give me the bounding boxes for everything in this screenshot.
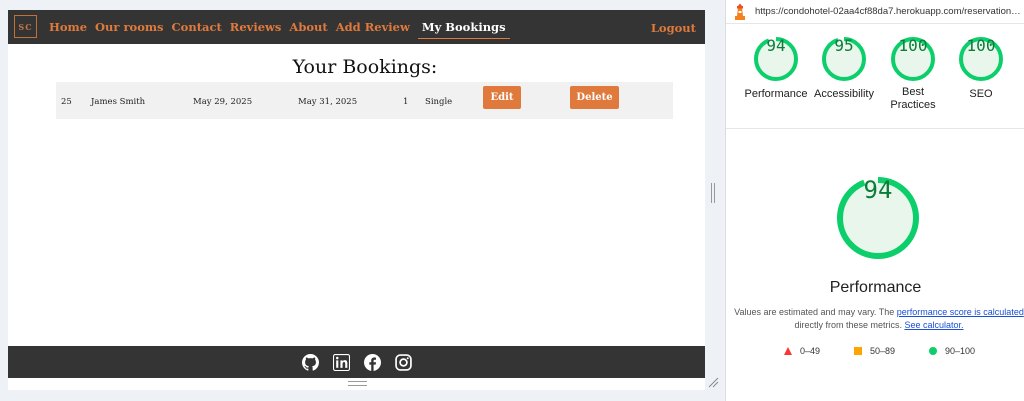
legend-pass-label: 90–100	[945, 346, 976, 356]
linkedin-icon[interactable]	[333, 354, 350, 371]
gauge-accessibility[interactable]: 95 Accessibility	[809, 36, 879, 101]
gauge-label: SEO	[969, 88, 993, 100]
site-frame: SC Home Our rooms Contact Reviews About …	[8, 10, 705, 390]
page-url[interactable]: https://condohotel-02aa4cf88da7.herokuap…	[755, 6, 1021, 17]
booking-guests: 1	[403, 97, 409, 107]
edit-button[interactable]: Edit	[483, 86, 521, 109]
nav-my-bookings[interactable]: My Bookings	[417, 20, 510, 39]
booking-check-in: May 29, 2025	[193, 97, 253, 107]
legend-pass: 90–100	[929, 346, 975, 356]
url-bar: https://condohotel-02aa4cf88da7.herokuap…	[726, 0, 1024, 24]
navbar: SC Home Our rooms Contact Reviews About …	[8, 10, 705, 44]
square-icon	[854, 347, 862, 355]
score-calculated-link[interactable]: performance score is calculated	[897, 307, 1024, 317]
gauge-best-practices[interactable]: 100 Best Practices	[878, 36, 948, 112]
nav-about[interactable]: About	[289, 20, 327, 34]
nav-our-rooms[interactable]: Our rooms	[95, 20, 163, 34]
gauge-score: 94	[766, 36, 786, 55]
nav-links: Home Our rooms Contact Reviews About Add…	[49, 10, 518, 44]
site-logo[interactable]: SC	[14, 15, 37, 38]
legend-average: 50–89	[854, 346, 895, 356]
nav-add-review[interactable]: Add Review	[336, 20, 410, 34]
nav-contact[interactable]: Contact	[172, 20, 222, 34]
gauge-seo[interactable]: 100 SEO	[946, 36, 1016, 101]
lighthouse-icon	[735, 3, 745, 20]
facebook-icon[interactable]	[364, 354, 381, 371]
gauge-score: 95	[834, 36, 854, 55]
booking-id: 25	[61, 97, 72, 107]
nav-reviews[interactable]: Reviews	[230, 20, 282, 34]
gauge-label: Performance	[744, 88, 808, 100]
desc-prefix: Values are estimated and may vary. The	[734, 307, 897, 317]
logout-link[interactable]: Logout	[651, 21, 696, 35]
gauge-score: 100	[898, 36, 928, 55]
booking-name: James Smith	[91, 97, 146, 107]
desc-middle: directly from these metrics.	[794, 320, 905, 330]
performance-title: Performance	[829, 279, 922, 296]
triangle-icon	[784, 347, 792, 355]
section-divider	[726, 128, 1024, 129]
delete-button[interactable]: Delete	[570, 86, 619, 109]
instagram-icon[interactable]	[395, 354, 412, 371]
performance-score-large: 94	[863, 176, 893, 204]
gauge-performance[interactable]: 94 Performance	[741, 36, 811, 101]
nav-home[interactable]: Home	[49, 20, 87, 34]
legend-fail-label: 0–49	[800, 346, 821, 356]
circle-icon	[929, 347, 937, 355]
gauge-label: Best Practices	[890, 86, 936, 111]
github-icon[interactable]	[302, 354, 319, 371]
booking-check-out: May 31, 2025	[298, 97, 358, 107]
legend-average-label: 50–89	[870, 346, 896, 356]
booking-room: Single	[425, 97, 453, 107]
gauge-ring: 100	[958, 36, 1004, 82]
site-preview: SC Home Our rooms Contact Reviews About …	[0, 0, 724, 401]
resize-handle[interactable]	[348, 381, 367, 386]
gauge-score: 100	[966, 36, 996, 55]
lighthouse-panel: https://condohotel-02aa4cf88da7.herokuap…	[725, 0, 1024, 401]
gauge-ring: 95	[821, 36, 867, 82]
performance-description: Values are estimated and may vary. The p…	[734, 306, 1024, 332]
footer	[8, 346, 705, 378]
page-title: Your Bookings:	[292, 56, 438, 78]
score-legend: 0–49 50–89 90–100	[726, 346, 1024, 358]
gauge-ring: 94	[753, 36, 799, 82]
see-calculator-link[interactable]: See calculator.	[904, 320, 963, 330]
legend-fail: 0–49	[784, 346, 820, 356]
corner-resize-icon[interactable]	[707, 376, 719, 388]
gauge-ring: 100	[890, 36, 936, 82]
gauge-label: Accessibility	[814, 88, 874, 100]
panel-divider-grip[interactable]	[711, 183, 715, 203]
booking-row: 25 James Smith May 29, 2025 May 31, 2025…	[56, 82, 673, 119]
